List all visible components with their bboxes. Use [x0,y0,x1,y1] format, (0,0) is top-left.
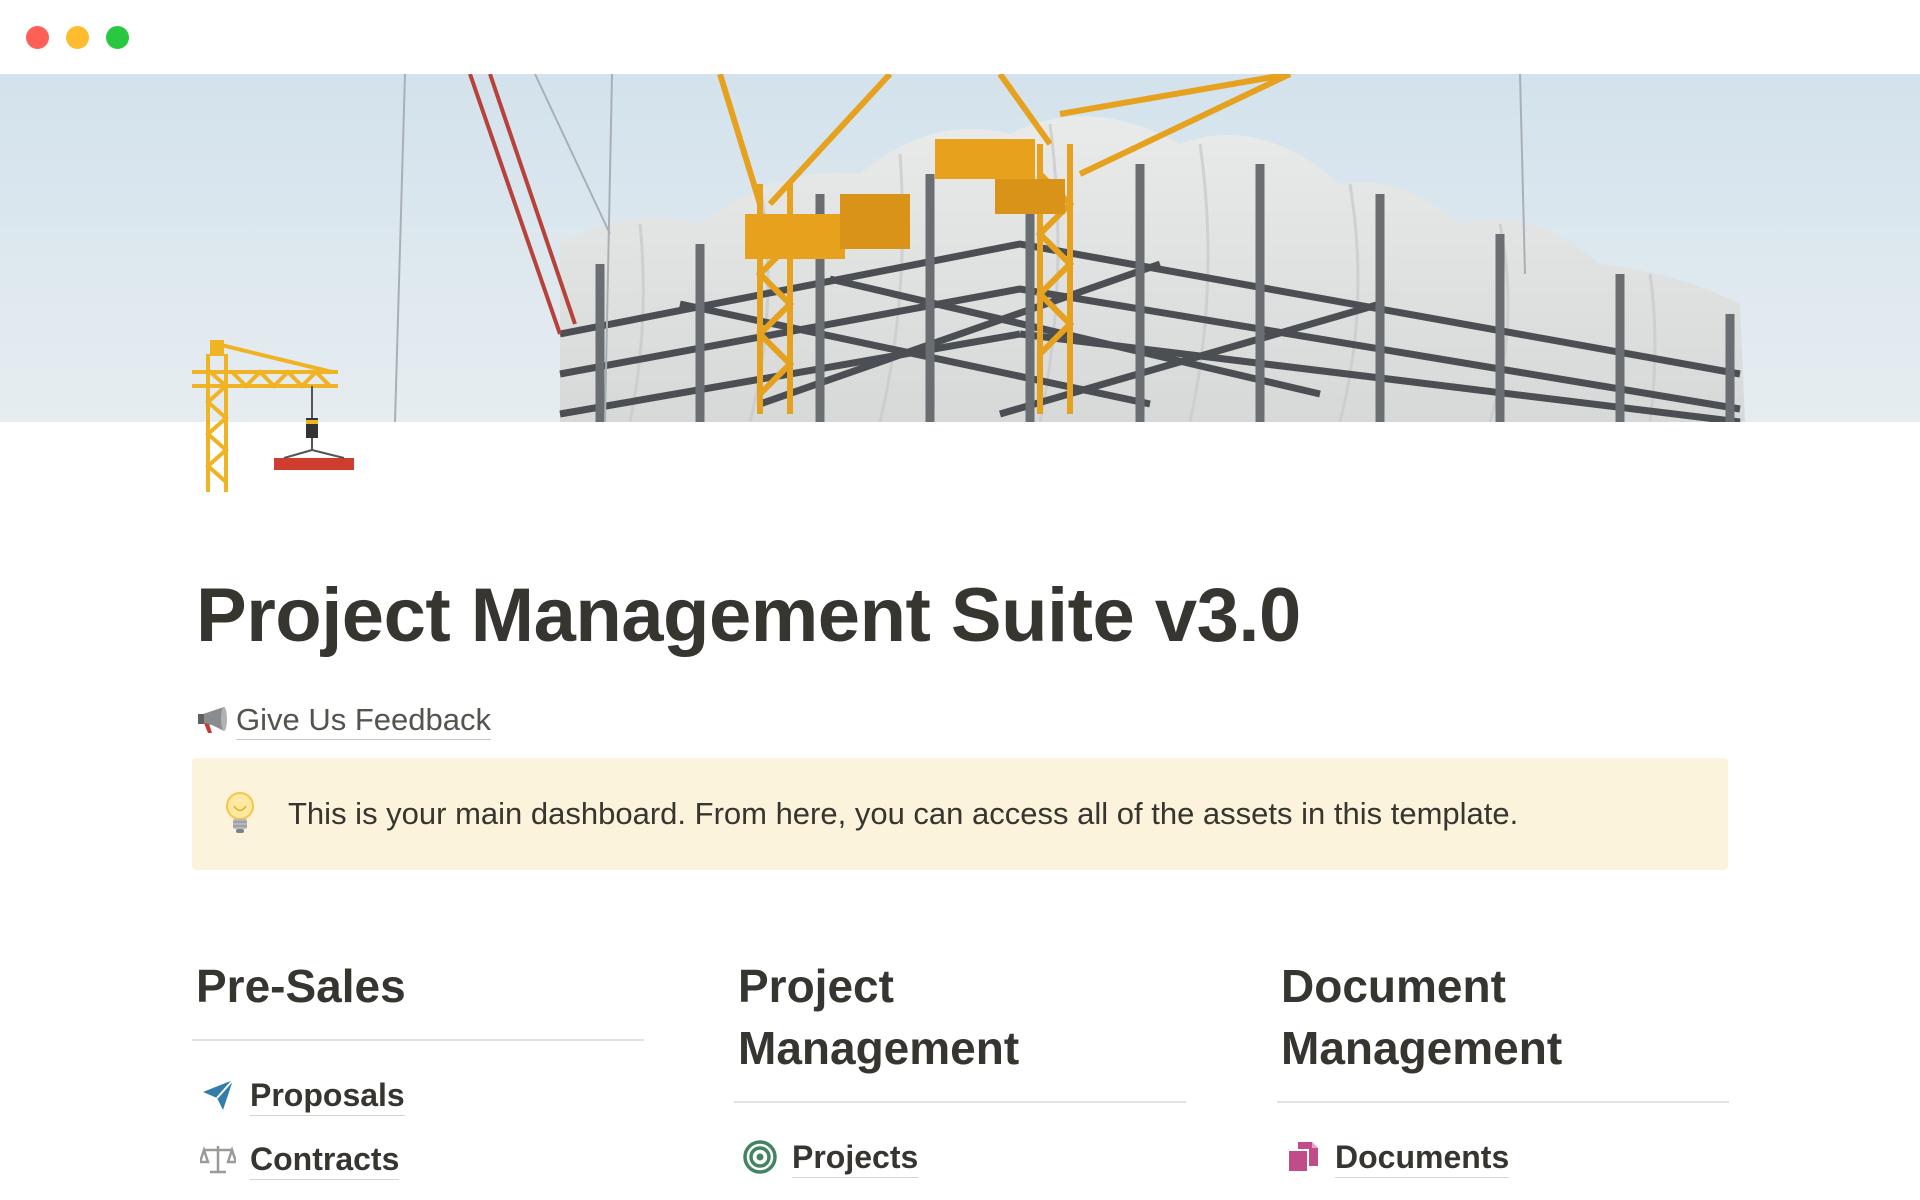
heading-line-2: Management [738,1022,1020,1074]
documents-icon [1285,1139,1321,1175]
column-pre-sales: Pre-Sales Proposals Contracts [192,955,646,1191]
link-list: Proposals Contracts [196,1063,646,1191]
section-heading[interactable]: Pre-Sales [196,955,646,1017]
column-project-management: Project Management Projects [734,955,1188,1189]
page-link-label[interactable]: Documents [1335,1137,1510,1178]
feedback-link-row[interactable]: Give Us Feedback [196,700,491,740]
window-minimize-button[interactable] [66,26,89,49]
section-heading[interactable]: Project Management [738,955,1188,1079]
page-link-contracts[interactable]: Contracts [196,1127,646,1191]
section-heading[interactable]: Document Management [1281,955,1731,1079]
link-list: Projects [738,1125,1188,1189]
divider [192,1039,644,1041]
page-link-proposals[interactable]: Proposals [196,1063,646,1127]
divider [1277,1101,1729,1103]
heading-line-2: Management [1281,1022,1563,1074]
target-icon [742,1139,778,1175]
heading-line-1: Project [738,960,894,1012]
window-close-button[interactable] [26,26,49,49]
building-construction-crane-icon[interactable] [192,340,362,500]
paper-plane-icon [200,1077,236,1113]
megaphone-icon [196,705,230,735]
page-link-projects[interactable]: Projects [738,1125,1188,1189]
scales-icon [200,1141,236,1177]
link-list: Documents [1281,1125,1731,1189]
page-link-label[interactable]: Proposals [250,1075,405,1116]
dashboard-callout: This is your main dashboard. From here, … [192,758,1728,870]
callout-text[interactable]: This is your main dashboard. From here, … [288,796,1518,832]
divider [734,1101,1186,1103]
page-link-documents[interactable]: Documents [1281,1125,1731,1189]
window-zoom-button[interactable] [106,26,129,49]
page-link-label[interactable]: Contracts [250,1139,400,1180]
page-link-label[interactable]: Projects [792,1137,919,1178]
heading-line-1: Document [1281,960,1506,1012]
page-title[interactable]: Project Management Suite v3.0 [196,572,1301,659]
window-titlebar [0,0,1920,74]
column-document-management: Document Management Documents [1277,955,1731,1189]
give-feedback-link[interactable]: Give Us Feedback [236,701,491,740]
light-bulb-icon [222,791,258,837]
